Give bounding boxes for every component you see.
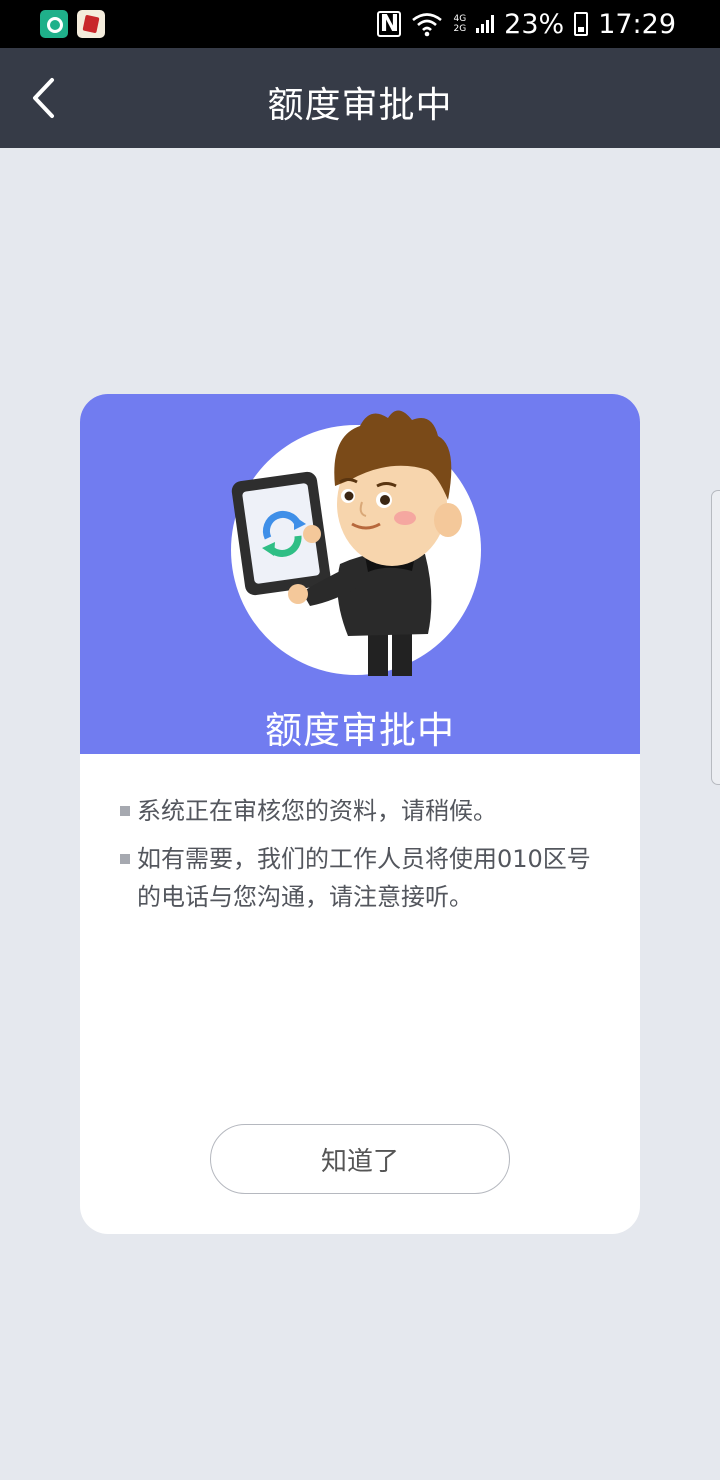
notice-list: 系统正在审核您的资料，请稍候。 如有需要，我们的工作人员将使用010区号的电话与… <box>120 792 610 926</box>
battery-percent: 23% <box>504 8 565 40</box>
status-bar: N 4G 2G 23% 17:29 <box>0 0 720 48</box>
got-it-button[interactable]: 知道了 <box>210 1124 510 1194</box>
notice-text-2: 如有需要，我们的工作人员将使用010区号的电话与您沟通，请注意接听。 <box>137 845 591 911</box>
network-type: 4G 2G <box>453 14 466 34</box>
approval-card: 额度审批中 系统正在审核您的资料，请稍候。 如有需要，我们的工作人员将使用010… <box>80 394 640 1234</box>
battery-icon <box>574 12 589 36</box>
message-app-icon <box>40 10 68 38</box>
list-item: 系统正在审核您的资料，请稍候。 <box>120 792 610 830</box>
signal-icon <box>476 15 495 33</box>
network-2g: 2G <box>453 24 467 34</box>
bullet-square-icon <box>120 854 130 864</box>
list-item: 如有需要，我们的工作人员将使用010区号的电话与您沟通，请注意接听。 <box>120 840 610 916</box>
edge-panel-handle[interactable] <box>711 490 720 785</box>
status-indicators: N 4G 2G 23% 17:29 <box>377 6 676 42</box>
notice-text-1: 系统正在审核您的资料，请稍候。 <box>137 797 497 825</box>
man-with-tablet-illustration <box>231 410 481 676</box>
toutiao-app-icon <box>77 10 105 38</box>
nfc-icon: N <box>377 11 402 37</box>
page-title: 额度审批中 <box>267 85 453 126</box>
card-title: 额度审批中 <box>265 709 455 752</box>
clock: 17:29 <box>598 8 676 40</box>
top-navbar: 额度审批中 <box>0 48 720 148</box>
wifi-icon <box>412 13 443 37</box>
bullet-square-icon <box>120 806 130 816</box>
network-4g: 4G <box>453 14 467 24</box>
card-header: 额度审批中 <box>80 394 640 754</box>
